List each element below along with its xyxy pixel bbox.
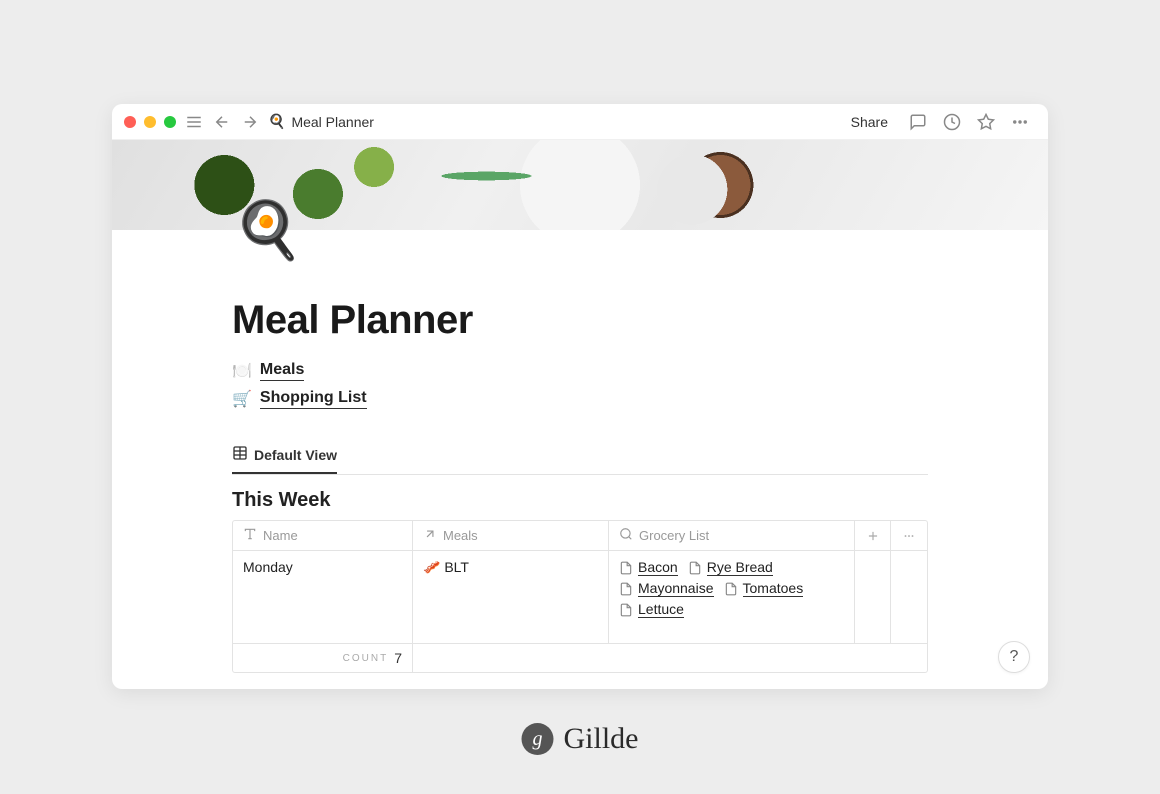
tab-label: Default View	[254, 447, 337, 463]
breadcrumb[interactable]: 🍳 Meal Planner	[268, 113, 374, 130]
link-label: Shopping List	[260, 389, 367, 409]
grocery-label: Lettuce	[638, 601, 684, 618]
count-value: 7	[394, 650, 402, 666]
brand-icon: g	[522, 723, 554, 755]
page-icon	[619, 561, 633, 575]
column-label: Name	[263, 528, 298, 543]
grocery-chip[interactable]: Bacon	[619, 559, 678, 576]
page-icon	[619, 603, 633, 617]
rollup-icon	[619, 527, 633, 544]
page-icon	[724, 582, 738, 596]
brand-name: Gillde	[564, 722, 639, 756]
help-button[interactable]: ?	[998, 641, 1030, 673]
table-header: Name Meals Grocery List	[233, 521, 927, 551]
title-property-icon	[243, 527, 257, 544]
tab-default-view[interactable]: Default View	[232, 445, 337, 474]
meal-name: BLT	[444, 559, 469, 575]
link-label: Meals	[260, 361, 304, 381]
table-row[interactable]: Monday 🥓 BLT Bacon Rye Bread	[233, 551, 927, 643]
cell-empty	[855, 551, 891, 643]
column-more-button[interactable]	[891, 521, 927, 550]
close-window-button[interactable]	[124, 116, 136, 128]
grocery-label: Bacon	[638, 559, 678, 576]
grocery-chip[interactable]: Tomatoes	[724, 580, 804, 597]
column-header-meals[interactable]: Meals	[413, 521, 609, 550]
link-meals[interactable]: 🍽️ Meals	[232, 361, 928, 381]
plate-icon: 🍽️	[232, 361, 252, 381]
cell-name[interactable]: Monday	[233, 551, 413, 643]
share-button[interactable]: Share	[845, 114, 894, 130]
database-table: Name Meals Grocery List	[232, 520, 928, 673]
bacon-icon: 🥓	[423, 559, 440, 575]
page-icon[interactable]: 🍳	[232, 194, 304, 266]
page-icon	[619, 582, 633, 596]
column-label: Meals	[443, 528, 478, 543]
app-window: 🍳 Meal Planner Share 🍳 Meal Planner	[112, 104, 1048, 689]
updates-icon[interactable]	[942, 112, 962, 132]
add-column-button[interactable]	[855, 521, 891, 550]
cell-grocery[interactable]: Bacon Rye Bread Mayonnaise Tomatoes	[609, 551, 855, 643]
view-tabs: Default View	[232, 445, 928, 475]
grocery-chip[interactable]: Mayonnaise	[619, 580, 714, 597]
column-label: Grocery List	[639, 528, 709, 543]
cell-meals[interactable]: 🥓 BLT	[413, 551, 609, 643]
grocery-label: Tomatoes	[743, 580, 804, 597]
grocery-label: Rye Bread	[707, 559, 773, 576]
link-shopping-list[interactable]: 🛒 Shopping List	[232, 389, 928, 409]
forward-button[interactable]	[240, 112, 260, 132]
page-content: Meal Planner 🍽️ Meals 🛒 Shopping List De…	[112, 230, 1048, 673]
brand-watermark: g Gillde	[522, 722, 639, 756]
favorite-icon[interactable]	[976, 112, 996, 132]
breadcrumb-title: Meal Planner	[291, 114, 374, 130]
page-links: 🍽️ Meals 🛒 Shopping List	[232, 361, 928, 409]
menu-icon[interactable]	[184, 112, 204, 132]
page-icon	[688, 561, 702, 575]
window-controls	[124, 116, 176, 128]
table-footer: COUNT 7	[233, 643, 927, 672]
cart-icon: 🛒	[232, 389, 252, 409]
count-label: COUNT	[343, 653, 389, 664]
table-icon	[232, 445, 248, 464]
minimize-window-button[interactable]	[144, 116, 156, 128]
page-title[interactable]: Meal Planner	[232, 298, 928, 343]
relation-icon	[423, 527, 437, 544]
cell-empty	[891, 551, 927, 643]
grocery-chip[interactable]: Rye Bread	[688, 559, 773, 576]
maximize-window-button[interactable]	[164, 116, 176, 128]
grocery-label: Mayonnaise	[638, 580, 714, 597]
more-icon[interactable]	[1010, 112, 1030, 132]
titlebar: 🍳 Meal Planner Share	[112, 104, 1048, 140]
back-button[interactable]	[212, 112, 232, 132]
footer-count[interactable]: COUNT 7	[233, 644, 413, 672]
grocery-chip[interactable]: Lettuce	[619, 601, 684, 618]
column-header-grocery[interactable]: Grocery List	[609, 521, 855, 550]
titlebar-actions: Share	[845, 112, 1036, 132]
column-header-name[interactable]: Name	[233, 521, 413, 550]
page-icon-small: 🍳	[268, 113, 285, 130]
comments-icon[interactable]	[908, 112, 928, 132]
database-title[interactable]: This Week	[232, 489, 928, 512]
